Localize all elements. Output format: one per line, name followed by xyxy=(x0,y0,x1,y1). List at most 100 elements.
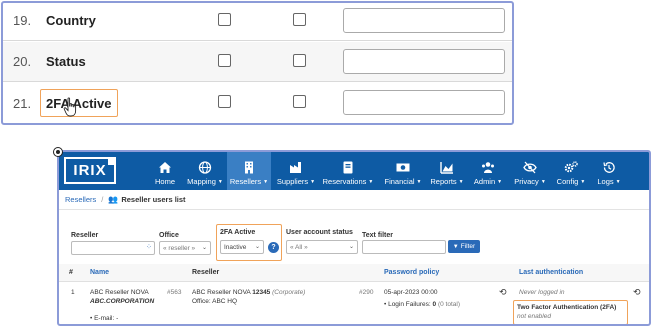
table-header: # Name Reseller Password policy Last aut… xyxy=(59,264,649,282)
nav-label: Home xyxy=(154,177,175,186)
history-icon[interactable]: ⟲ xyxy=(499,287,507,298)
field-list-panel: 19. Country 20. Status 21. 2FA Active xyxy=(1,1,514,125)
nav-reservations[interactable]: Reservations ▼ xyxy=(321,152,375,190)
twofa-status: not enabled xyxy=(517,313,551,320)
nav-suppliers[interactable]: Suppliers ▼ xyxy=(273,152,319,190)
chevron-down-icon: ⌄ xyxy=(201,245,207,251)
chart-icon xyxy=(440,161,454,174)
field-checkbox-1[interactable] xyxy=(218,54,231,67)
nav-logs[interactable]: Logs ▼ xyxy=(593,152,625,190)
account-status-value: « All » xyxy=(290,243,308,251)
login-failures-value: 0 xyxy=(432,301,437,308)
user-corp: ABC.CORPORATION xyxy=(90,298,155,305)
twofa-select[interactable]: Inactive ⌄ xyxy=(220,240,264,254)
filter-bar: Reseller ⁘ Office « reseller » ⌄ 2FA Act… xyxy=(59,212,649,262)
history-icon[interactable]: ⟲ xyxy=(633,287,641,298)
account-status-select[interactable]: « All » ⌄ xyxy=(286,240,358,254)
reseller-name[interactable]: ABC Reseller NOVA xyxy=(192,289,250,296)
nav-label: Privacy xyxy=(514,177,539,186)
gears-icon xyxy=(564,161,578,174)
filter-button-label: Filter xyxy=(460,243,476,250)
irix-logo[interactable]: IRIX xyxy=(64,157,116,184)
funnel-icon: ▼ xyxy=(452,243,459,250)
login-failures: • Login Failures: 0 (0 total) xyxy=(384,301,460,308)
twofa-filter-label: 2FA Active xyxy=(220,229,256,236)
nav-label: Suppliers xyxy=(276,177,309,186)
row-number: 20. xyxy=(13,54,32,69)
col-password-header[interactable]: Password policy xyxy=(384,269,439,276)
breadcrumb-resellers-link[interactable]: Resellers xyxy=(65,195,96,204)
breadcrumb-current: Reseller users list xyxy=(121,195,186,204)
user-name[interactable]: ABC Reseller NOVA xyxy=(90,289,149,296)
twofa-title: Two Factor Authentication (2FA) xyxy=(517,304,617,311)
row-number: 21. xyxy=(13,95,32,111)
nav-financial[interactable]: Financial ▼ xyxy=(381,152,425,190)
field-checkbox-2[interactable] xyxy=(293,54,306,67)
picker-dots-icon[interactable]: ⁘ xyxy=(146,243,152,251)
nav-privacy[interactable]: Privacy ▼ xyxy=(511,152,549,190)
filter-button[interactable]: ▼ Filter xyxy=(448,240,480,253)
nav-label: Reports xyxy=(430,177,457,186)
policy-id: #290 xyxy=(359,289,374,296)
table-row: 1 ABC Reseller NOVA ABC.CORPORATION • E-… xyxy=(59,283,649,324)
col-reseller-header: Reseller xyxy=(192,269,220,276)
field-row-country: 19. Country xyxy=(3,3,512,41)
nav-reports[interactable]: Reports ▼ xyxy=(429,152,465,190)
field-checkbox-2[interactable] xyxy=(293,95,306,108)
field-text-input[interactable] xyxy=(343,90,505,115)
nav-label: Admin xyxy=(473,177,496,186)
chevron-down-icon: ⌄ xyxy=(254,244,260,250)
office-select-value: « reseller » xyxy=(163,244,196,252)
history-icon xyxy=(602,161,616,174)
reseller-office: Office: ABC HQ xyxy=(192,298,238,305)
logo-corner xyxy=(108,157,116,165)
reseller-cell: ABC Reseller NOVA 12345 (Corporate) xyxy=(192,289,305,296)
field-text-input[interactable] xyxy=(343,8,505,33)
reseller-number: 12345 xyxy=(252,289,271,296)
breadcrumb: Resellers / 👥 Reseller users list xyxy=(59,190,649,210)
row-label: Country xyxy=(46,13,96,28)
factory-icon xyxy=(289,161,303,174)
text-filter-label: Text filter xyxy=(362,232,393,239)
reseller-filter-label: Reseller xyxy=(71,232,99,239)
row-number: 1 xyxy=(71,289,75,296)
field-text-input[interactable] xyxy=(343,49,505,74)
account-status-label: User account status xyxy=(286,229,353,236)
office-filter-label: Office xyxy=(159,232,179,239)
field-checkbox-1[interactable] xyxy=(218,95,231,108)
eye-slash-icon xyxy=(523,161,537,174)
reseller-filter-input[interactable] xyxy=(71,241,155,255)
top-navbar: IRIX Home Mapping ▼ Resellers ▼ Supplier… xyxy=(59,152,649,190)
user-id: #563 xyxy=(167,289,182,296)
nav-config[interactable]: Config ▼ xyxy=(553,152,589,190)
twofa-select-value: Inactive xyxy=(224,243,247,251)
nav-label: Mapping xyxy=(187,177,216,186)
nav-mapping[interactable]: Mapping ▼ xyxy=(185,152,225,190)
logo-text: IRIX xyxy=(73,162,107,179)
row-number: 19. xyxy=(13,13,32,28)
users-icon: 👥 xyxy=(108,195,119,204)
text-filter-input[interactable] xyxy=(362,240,446,254)
policy-date: 05-apr-2023 00:00 xyxy=(384,289,438,296)
field-row-status: 20. Status xyxy=(3,42,512,82)
nav-label: Resellers xyxy=(229,177,262,186)
nav-label: Config xyxy=(556,177,579,186)
nav-admin[interactable]: Admin ▼ xyxy=(471,152,505,190)
chevron-down-icon: ⌄ xyxy=(348,244,354,250)
nav-resellers[interactable]: Resellers ▼ xyxy=(227,152,271,190)
col-num-header: # xyxy=(69,269,73,276)
user-email: • E-mail: - xyxy=(90,315,119,322)
field-checkbox-2[interactable] xyxy=(293,13,306,26)
col-name-header[interactable]: Name xyxy=(90,269,109,276)
office-select[interactable]: « reseller » ⌄ xyxy=(159,241,211,255)
field-checkbox-1[interactable] xyxy=(218,13,231,26)
nav-home[interactable]: Home xyxy=(146,152,184,190)
hand-cursor-icon xyxy=(63,97,77,117)
field-row-2fa-active: 21. 2FA Active xyxy=(3,83,512,123)
building-icon xyxy=(242,161,256,174)
help-icon[interactable]: ? xyxy=(268,242,279,253)
col-auth-header[interactable]: Last authentication xyxy=(519,269,583,276)
login-failures-total: (0 total) xyxy=(437,301,461,308)
irix-app-panel: IRIX Home Mapping ▼ Resellers ▼ Supplier… xyxy=(57,150,651,326)
nav-label: Financial xyxy=(384,177,415,186)
